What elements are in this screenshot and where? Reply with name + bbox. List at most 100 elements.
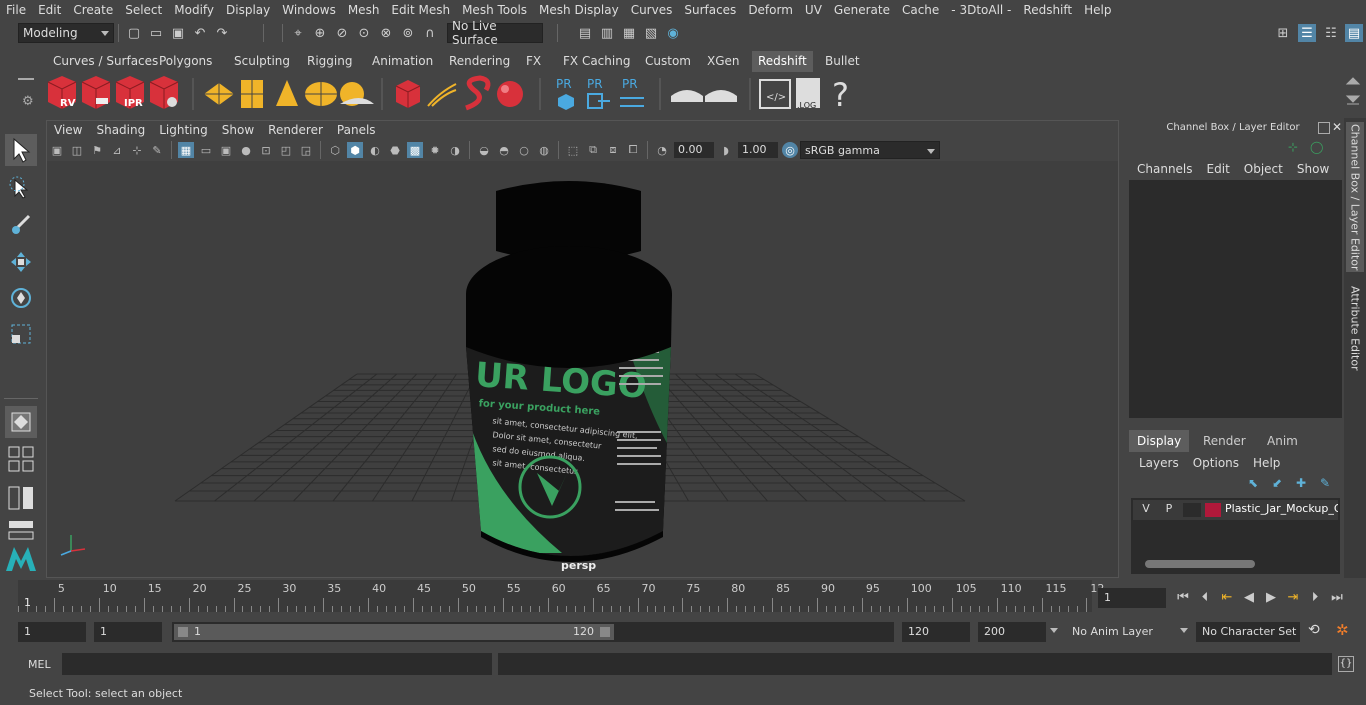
gamma-field[interactable]: 1.00 bbox=[738, 142, 778, 158]
menu-help[interactable]: Help bbox=[1078, 3, 1117, 17]
channel-box-menu-show[interactable]: Show bbox=[1290, 162, 1336, 176]
step-back-key-icon[interactable]: ⇤ bbox=[1218, 588, 1236, 606]
toggle-tool-settings-icon[interactable]: ▤ bbox=[1345, 24, 1363, 42]
menu-surfaces[interactable]: Surfaces bbox=[678, 3, 742, 17]
undo-icon[interactable]: ↶ bbox=[191, 24, 209, 42]
exposure-field[interactable]: 0.00 bbox=[674, 142, 714, 158]
channel-box-menu-edit[interactable]: Edit bbox=[1200, 162, 1237, 176]
grid-toggle-icon[interactable]: ▦ bbox=[178, 142, 194, 158]
hair-icon[interactable] bbox=[427, 83, 457, 107]
xray-joints-icon[interactable]: ⧈ bbox=[605, 142, 621, 158]
menu-curves[interactable]: Curves bbox=[625, 3, 679, 17]
shelf-tab-redshift[interactable]: Redshift bbox=[752, 51, 813, 72]
move-tool-settings-icon[interactable]: ⊹ bbox=[1288, 140, 1298, 154]
perspective-viewport[interactable]: View Shading Lighting Show Renderer Panels ▣ … bbox=[46, 120, 1119, 578]
new-layer-icon[interactable]: ✚ bbox=[1296, 476, 1306, 490]
playback-end-field[interactable]: 120 bbox=[902, 622, 970, 642]
menu-mesh-tools[interactable]: Mesh Tools bbox=[456, 3, 533, 17]
four-view-layout-icon[interactable] bbox=[5, 444, 37, 474]
light-cone-icon[interactable] bbox=[276, 80, 298, 106]
sphere-material-icon[interactable] bbox=[497, 81, 523, 107]
motion-blur-icon[interactable]: ◓ bbox=[496, 142, 512, 158]
2d-pan-icon[interactable]: ⊹ bbox=[129, 142, 145, 158]
film-gate-icon[interactable]: ▭ bbox=[198, 142, 214, 158]
shelf-tab-rigging[interactable]: Rigging bbox=[301, 51, 358, 72]
save-scene-icon[interactable]: ▣ bbox=[169, 24, 187, 42]
channel-box-side-tab[interactable]: Channel Box / Layer Editor bbox=[1346, 122, 1364, 272]
anim-layer-arrow-icon[interactable] bbox=[1050, 628, 1058, 633]
anim-layer-selector[interactable]: No Anim Layer bbox=[1066, 622, 1176, 642]
range-slider-track[interactable]: 1 120 bbox=[172, 622, 894, 642]
range-slider-handle[interactable]: 1 120 bbox=[174, 624, 614, 640]
shelf-tab-xgen[interactable]: XGen bbox=[701, 51, 746, 72]
isolate-select-icon[interactable]: ⬚ bbox=[565, 142, 581, 158]
depth-of-field-icon[interactable]: ◍ bbox=[536, 142, 552, 158]
menu-display[interactable]: Display bbox=[220, 3, 276, 17]
viewport-menu-view[interactable]: View bbox=[47, 123, 89, 137]
shelf-tab-polygons[interactable]: Polygons bbox=[153, 51, 218, 72]
shelf-tab-curves-surfaces[interactable]: Curves / Surfaces bbox=[47, 51, 164, 72]
menu-deform[interactable]: Deform bbox=[742, 3, 799, 17]
color-space-dropdown[interactable]: sRGB gamma bbox=[800, 141, 940, 159]
layer-row[interactable]: V P Plastic_Jar_Mockup_Gr bbox=[1133, 500, 1338, 520]
volume-box-icon[interactable] bbox=[395, 80, 421, 108]
render-ipr-icon[interactable]: IPR bbox=[115, 76, 145, 109]
xray-components-icon[interactable]: ⧠ bbox=[625, 142, 641, 158]
camera-select-icon[interactable]: ▣ bbox=[49, 142, 65, 158]
use-lights-icon[interactable]: ✹ bbox=[427, 142, 443, 158]
pr-cube-icon[interactable]: PR bbox=[556, 77, 574, 110]
channel-list[interactable] bbox=[1129, 180, 1342, 418]
move-layer-up-icon[interactable]: ⬉ bbox=[1248, 476, 1258, 490]
ambient-occlusion-icon[interactable]: ◒ bbox=[476, 142, 492, 158]
script-editor-button[interactable]: {} bbox=[1338, 656, 1354, 672]
play-forward-icon[interactable]: ▶ bbox=[1262, 588, 1280, 606]
script-language-label[interactable]: MEL bbox=[28, 658, 51, 671]
snap-magnet-icon[interactable]: ∩ bbox=[421, 24, 439, 42]
range-handle-end-icon[interactable] bbox=[600, 627, 610, 637]
snap-point-icon[interactable]: ⊙ bbox=[355, 24, 373, 42]
play-backward-icon[interactable]: ◀ bbox=[1240, 588, 1258, 606]
shelf-tab-custom[interactable]: Custom bbox=[639, 51, 697, 72]
anti-aliasing-icon[interactable]: ○ bbox=[516, 142, 532, 158]
layer-menu-help[interactable]: Help bbox=[1246, 456, 1287, 470]
char-set-arrow-icon[interactable] bbox=[1180, 628, 1188, 633]
camera-attributes-icon[interactable]: ◫ bbox=[69, 142, 85, 158]
dome-light-icon[interactable] bbox=[305, 82, 337, 106]
rotate-settings-icon[interactable]: ◯ bbox=[1310, 140, 1323, 154]
snap-surface-icon[interactable]: ⊚ bbox=[399, 24, 417, 42]
viewport-menu-renderer[interactable]: Renderer bbox=[261, 123, 330, 137]
select-tool-icon[interactable] bbox=[5, 134, 37, 166]
ipr-render-icon[interactable]: ▦ bbox=[620, 24, 638, 42]
layer-menu-options[interactable]: Options bbox=[1186, 456, 1246, 470]
attribute-editor-side-tab[interactable]: Attribute Editor bbox=[1346, 278, 1364, 378]
live-surface-field[interactable]: No Live Surface bbox=[447, 19, 543, 47]
viewport-menu-panels[interactable]: Panels bbox=[330, 123, 383, 137]
menu-select[interactable]: Select bbox=[119, 3, 168, 17]
time-slider[interactable]: 5 10 15 20 25 30 35 40 45 50 55 60 65 70 75 80 85 90 95 100… bbox=[0, 580, 1366, 614]
shelf-tab-animation[interactable]: Animation bbox=[366, 51, 439, 72]
step-forward-icon[interactable]: ⏵ bbox=[1306, 588, 1324, 606]
menu-create[interactable]: Create bbox=[67, 3, 119, 17]
layer-scrollbar[interactable] bbox=[1145, 560, 1255, 568]
layer-playback-toggle[interactable]: P bbox=[1160, 502, 1178, 518]
wireframe-icon[interactable]: ⬡ bbox=[327, 142, 343, 158]
menu-edit-mesh[interactable]: Edit Mesh bbox=[385, 3, 456, 17]
current-frame-field[interactable]: 1 bbox=[1098, 588, 1166, 608]
rotate-tool-icon[interactable] bbox=[5, 282, 37, 314]
shelf-scroll-icon[interactable] bbox=[1345, 77, 1361, 105]
snap-view-icon[interactable]: ⊗ bbox=[377, 24, 395, 42]
field-chart-icon[interactable]: ⊡ bbox=[258, 142, 274, 158]
help-question-icon[interactable]: ? bbox=[832, 76, 849, 114]
float-panel-icon[interactable] bbox=[1318, 122, 1330, 134]
anim-end-field[interactable]: 200 bbox=[978, 622, 1046, 642]
menu-uv[interactable]: UV bbox=[799, 3, 828, 17]
close-panel-icon[interactable]: ✕ bbox=[1332, 120, 1342, 134]
layer-visibility-toggle[interactable]: V bbox=[1137, 502, 1155, 518]
scale-tool-icon[interactable] bbox=[5, 318, 37, 350]
bake-pie-icon[interactable] bbox=[671, 90, 703, 102]
layer-tab-display[interactable]: Display bbox=[1129, 430, 1190, 452]
script-editor-icon[interactable]: </> bbox=[759, 79, 791, 109]
viewport-menu-show[interactable]: Show bbox=[215, 123, 261, 137]
move-layer-down-icon[interactable]: ⬋ bbox=[1272, 476, 1282, 490]
command-input[interactable] bbox=[62, 653, 492, 675]
